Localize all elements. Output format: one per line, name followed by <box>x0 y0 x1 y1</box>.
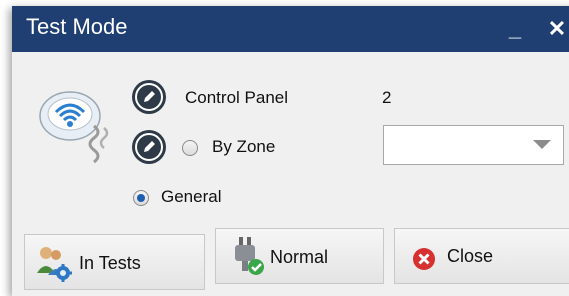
by-zone-radio[interactable] <box>182 140 198 156</box>
minimize-button[interactable]: _ <box>498 12 532 46</box>
general-label: General <box>161 187 222 206</box>
control-panel-label: Control Panel <box>185 88 289 107</box>
general-radio[interactable] <box>133 190 149 206</box>
red-x-circle-icon <box>413 248 435 270</box>
title-bar[interactable]: Test Mode _ ✕ <box>12 6 569 52</box>
window-title: Test Mode <box>26 14 128 39</box>
by-zone-label: By Zone <box>212 137 276 156</box>
normal-button[interactable]: Normal <box>215 228 384 284</box>
plug-check-icon <box>235 237 264 275</box>
pencil-icon <box>144 91 155 102</box>
normal-label: Normal <box>270 247 329 267</box>
window-close-button[interactable]: ✕ <box>540 12 569 46</box>
close-label: Close <box>447 246 494 266</box>
close-button[interactable]: Close <box>394 228 569 284</box>
zone-edit-button[interactable] <box>132 130 166 164</box>
chevron-down-icon <box>533 140 551 149</box>
pencil-icon <box>144 141 155 152</box>
test-mode-window: Test Mode _ ✕ Control Panel 2 By Zone Ge… <box>12 6 569 296</box>
in-tests-label: In Tests <box>79 253 141 273</box>
smoke-detector-icon <box>32 78 124 168</box>
zone-dropdown[interactable] <box>383 125 564 165</box>
users-gear-icon <box>37 247 72 282</box>
control-panel-edit-button[interactable] <box>132 80 166 114</box>
control-panel-value: 2 <box>382 88 392 107</box>
